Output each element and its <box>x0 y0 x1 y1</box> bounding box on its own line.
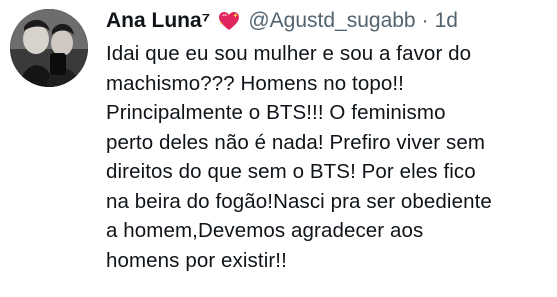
tweet-text-line: perto deles não é nada! Prefiro viver se… <box>106 130 485 154</box>
avatar[interactable] <box>10 9 88 87</box>
avatar-photo <box>10 9 88 87</box>
tweet-text-line: homens por existir!! <box>106 248 287 272</box>
tweet-header: Ana Luna⁷ @Agustd_sugabb · 1d <box>106 6 551 36</box>
display-name[interactable]: Ana Luna⁷ <box>106 6 210 36</box>
tweet-text-line: Idai que eu sou mulher e sou a favor do <box>106 42 472 65</box>
tweet-text-line: na beira do fogão!Nasci pra ser obedient… <box>106 189 492 213</box>
tweet-text-line: Principalmente o BTS!!! O feminismo <box>106 101 446 124</box>
separator-dot: · <box>421 9 429 32</box>
tweet-text-line: machismo??? Homens no topo!! <box>106 71 404 95</box>
tweet-content: Ana Luna⁷ @Agustd_sugabb · 1d Idai que e… <box>106 6 551 275</box>
sparkling-heart-icon <box>218 11 240 31</box>
tweet-text: Idai que eu sou mulher e sou a favor do … <box>106 39 551 275</box>
tweet-card[interactable]: Ana Luna⁷ @Agustd_sugabb · 1d Idai que e… <box>0 0 557 297</box>
tweet-text-line: direitos do que sem o BTS! Por eles fico <box>106 160 476 183</box>
tweet-text-line: a homem,Devemos agradecer aos <box>106 219 424 242</box>
timestamp[interactable]: 1d <box>435 6 458 36</box>
user-handle[interactable]: @Agustd_sugabb <box>248 6 415 36</box>
